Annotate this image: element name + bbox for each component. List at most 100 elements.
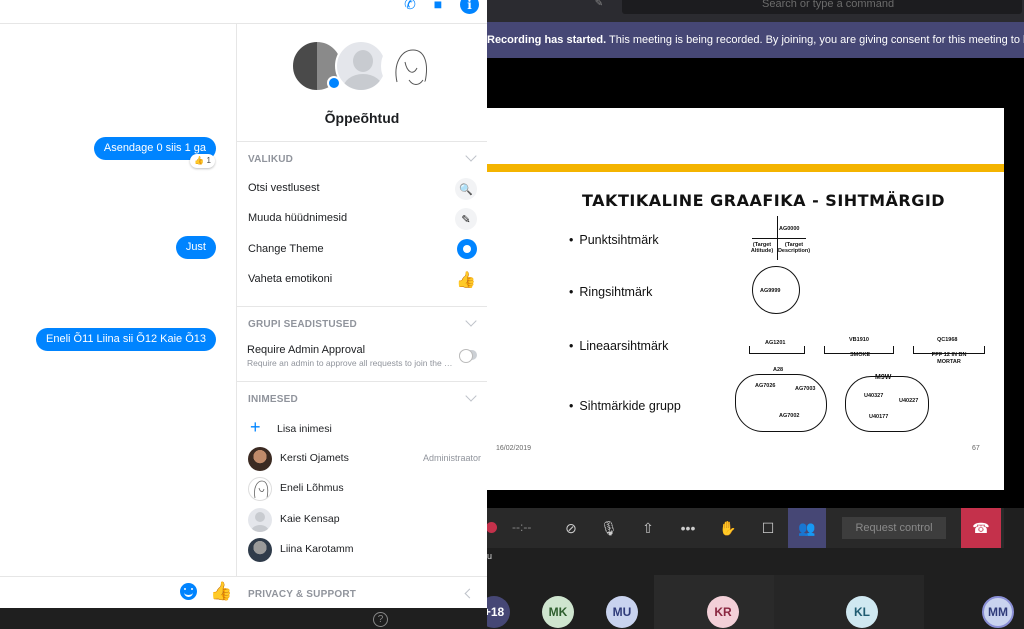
presentation-slide: TAKTIKALINE GRAAFIKA - SIHTMÄRGID Punkts…	[487, 108, 1004, 490]
member-avatar	[248, 447, 272, 471]
member-name: Eneli Lõhmus	[280, 482, 344, 494]
recording-banner-title: Recording has started.	[487, 34, 607, 46]
add-people-button[interactable]: + Lisa inimesi	[237, 415, 487, 445]
group-target-2-b: U40227	[899, 398, 919, 404]
message-reaction[interactable]: 👍 1	[190, 154, 215, 168]
participants-icon[interactable]: 👥	[788, 508, 826, 548]
section-group-settings-header[interactable]: GRUPI SEADISTUSED	[237, 306, 487, 342]
slide-bullet-3: Lineaarsihtmärk	[569, 339, 668, 353]
group-avatar	[291, 40, 433, 96]
option-label: Vaheta emotikoni	[248, 273, 333, 285]
group-name[interactable]: Õppeõhtud	[237, 110, 487, 126]
admin-approval-description: Require an admin to approve all requests…	[247, 358, 457, 368]
member-row[interactable]: Kaie Kensap	[237, 505, 487, 535]
section-title: INIMESED	[248, 394, 298, 405]
point-target-altitude: (Target Altitude)	[750, 242, 774, 254]
member-placeholder-avatar	[335, 40, 387, 92]
theme-icon	[457, 239, 477, 259]
admin-approval-setting: Require Admin Approval Require an admin …	[237, 342, 487, 380]
group-target-1-c: AG7002	[779, 413, 800, 419]
line-target-2-sub: SMOKE	[850, 352, 871, 358]
participant-avatar[interactable]: KR	[707, 596, 739, 628]
recording-indicator-icon	[486, 522, 497, 533]
thumbs-up-icon: 👍	[456, 272, 476, 289]
group-target-1	[735, 374, 827, 432]
section-privacy-header[interactable]: PRIVACY & SUPPORT	[237, 576, 487, 612]
member-name: Kersti Ojamets	[280, 452, 349, 464]
message-thread: Asendage 0 siis 1 ga 👍 1 Just Eneli Õ11 …	[0, 24, 237, 576]
group-target-1-a: AG7026	[755, 383, 776, 389]
slide-bullet-2: Ringsihtmärk	[569, 285, 652, 299]
line-target-2-id: VB1910	[849, 337, 869, 343]
recording-banner: Recording has started. This meeting is b…	[487, 22, 1024, 58]
option-label: Change Theme	[248, 243, 324, 255]
send-like-icon[interactable]: 👍	[210, 581, 232, 602]
message-bubble[interactable]: Just	[175, 236, 216, 259]
group-target-2-c: U40177	[869, 414, 889, 420]
participant-avatar[interactable]: MM	[982, 596, 1014, 628]
member-name: Liina Karotamm	[280, 543, 354, 555]
teams-search-input[interactable]: Search or type a command	[622, 0, 1022, 14]
group-target-1-id: A28	[773, 367, 784, 373]
emoji-picker-icon[interactable]	[180, 583, 197, 600]
option-change-emoji[interactable]: Vaheta emotikoni 👍	[237, 265, 487, 295]
phone-icon[interactable]: ✆	[400, 0, 420, 12]
point-target-id: AG0000	[779, 226, 800, 232]
chevron-left-icon	[464, 588, 475, 599]
section-people-header[interactable]: INIMESED	[237, 381, 487, 417]
member-row[interactable]: Eneli Lõhmus	[237, 474, 487, 504]
participant-avatar[interactable]: MU	[606, 596, 638, 628]
help-icon[interactable]: ?	[373, 612, 388, 627]
line-target-3-sub: PPF 12 IN BN MORTAR	[931, 352, 967, 365]
camera-off-icon[interactable]: ⊘	[552, 508, 590, 548]
group-target-2-a: U40327	[864, 393, 884, 399]
member-row[interactable]: Kersti Ojamets Administraator	[237, 444, 487, 474]
member-name: Kaie Kensap	[280, 513, 340, 525]
slide-bullet-1: Punktsihtmärk	[569, 233, 658, 247]
slide-page-number: 67	[972, 445, 980, 452]
edit-photo-icon[interactable]	[327, 76, 341, 90]
more-actions-icon[interactable]: •••	[669, 508, 707, 548]
slide-bullet-4: Sihtmärkide grupp	[569, 399, 680, 413]
recording-banner-text: This meeting is being recorded. By joini…	[606, 34, 1024, 46]
hang-up-button[interactable]: ☎	[961, 508, 1001, 548]
admin-approval-label: Require Admin Approval	[247, 344, 366, 356]
group-target-1-b: AG7003	[795, 386, 816, 392]
search-icon: 🔍	[455, 178, 477, 200]
member-avatar	[248, 477, 272, 501]
muted-indicator: u	[487, 551, 493, 561]
raise-hand-icon[interactable]: ✋	[709, 508, 747, 548]
conversation-info-panel: Õppeõhtud VALIKUD Otsi vestlusest 🔍 Muud…	[237, 24, 487, 608]
participant-avatar[interactable]: KL	[846, 596, 878, 628]
compose-icon[interactable]: ✎	[590, 0, 608, 10]
slide-accent-stripe	[487, 164, 1004, 172]
option-change-theme[interactable]: Change Theme	[237, 235, 487, 265]
call-timer: --:--	[512, 520, 532, 534]
section-options-header[interactable]: VALIKUD	[237, 141, 487, 177]
member-avatar	[248, 538, 272, 562]
slide-title: TAKTIKALINE GRAAFIKA - SIHTMÄRGID	[582, 191, 946, 210]
messenger-window: ✆ ■ i Asendage 0 siis 1 ga 👍 1 Just Enel…	[0, 0, 487, 608]
section-title: GRUPI SEADISTUSED	[248, 319, 357, 330]
chevron-down-icon	[465, 315, 477, 327]
mic-off-icon[interactable]: 🎙	[590, 508, 628, 548]
info-icon[interactable]: i	[460, 0, 479, 14]
message-bubble[interactable]: Eneli Õ11 Liina sii Õ12 Kaie Õ13	[36, 328, 216, 351]
share-screen-icon[interactable]: ⇧	[629, 508, 667, 548]
video-call-icon[interactable]: ■	[428, 0, 448, 12]
group-target-2	[845, 376, 929, 432]
request-control-button[interactable]: Request control	[842, 517, 946, 539]
participant-strip: +18 MK MU KR KL MM	[474, 575, 1024, 629]
option-search-conversation[interactable]: Otsi vestlusest 🔍	[237, 174, 487, 204]
member-role: Administraator	[422, 453, 481, 463]
participant-avatar[interactable]: MK	[542, 596, 574, 628]
conversation-header: ✆ ■ i	[0, 0, 487, 24]
composer-bar: 👍	[0, 576, 237, 608]
chat-icon[interactable]: ☐	[749, 508, 787, 548]
admin-approval-toggle[interactable]	[459, 349, 477, 363]
option-edit-nicknames[interactable]: Muuda hüüdnimesid ✎	[237, 204, 487, 234]
option-label: Otsi vestlusest	[248, 182, 320, 194]
line-target-1-id: AG1201	[765, 340, 786, 346]
member-row[interactable]: Liina Karotamm	[237, 535, 487, 565]
pencil-icon: ✎	[455, 208, 477, 230]
